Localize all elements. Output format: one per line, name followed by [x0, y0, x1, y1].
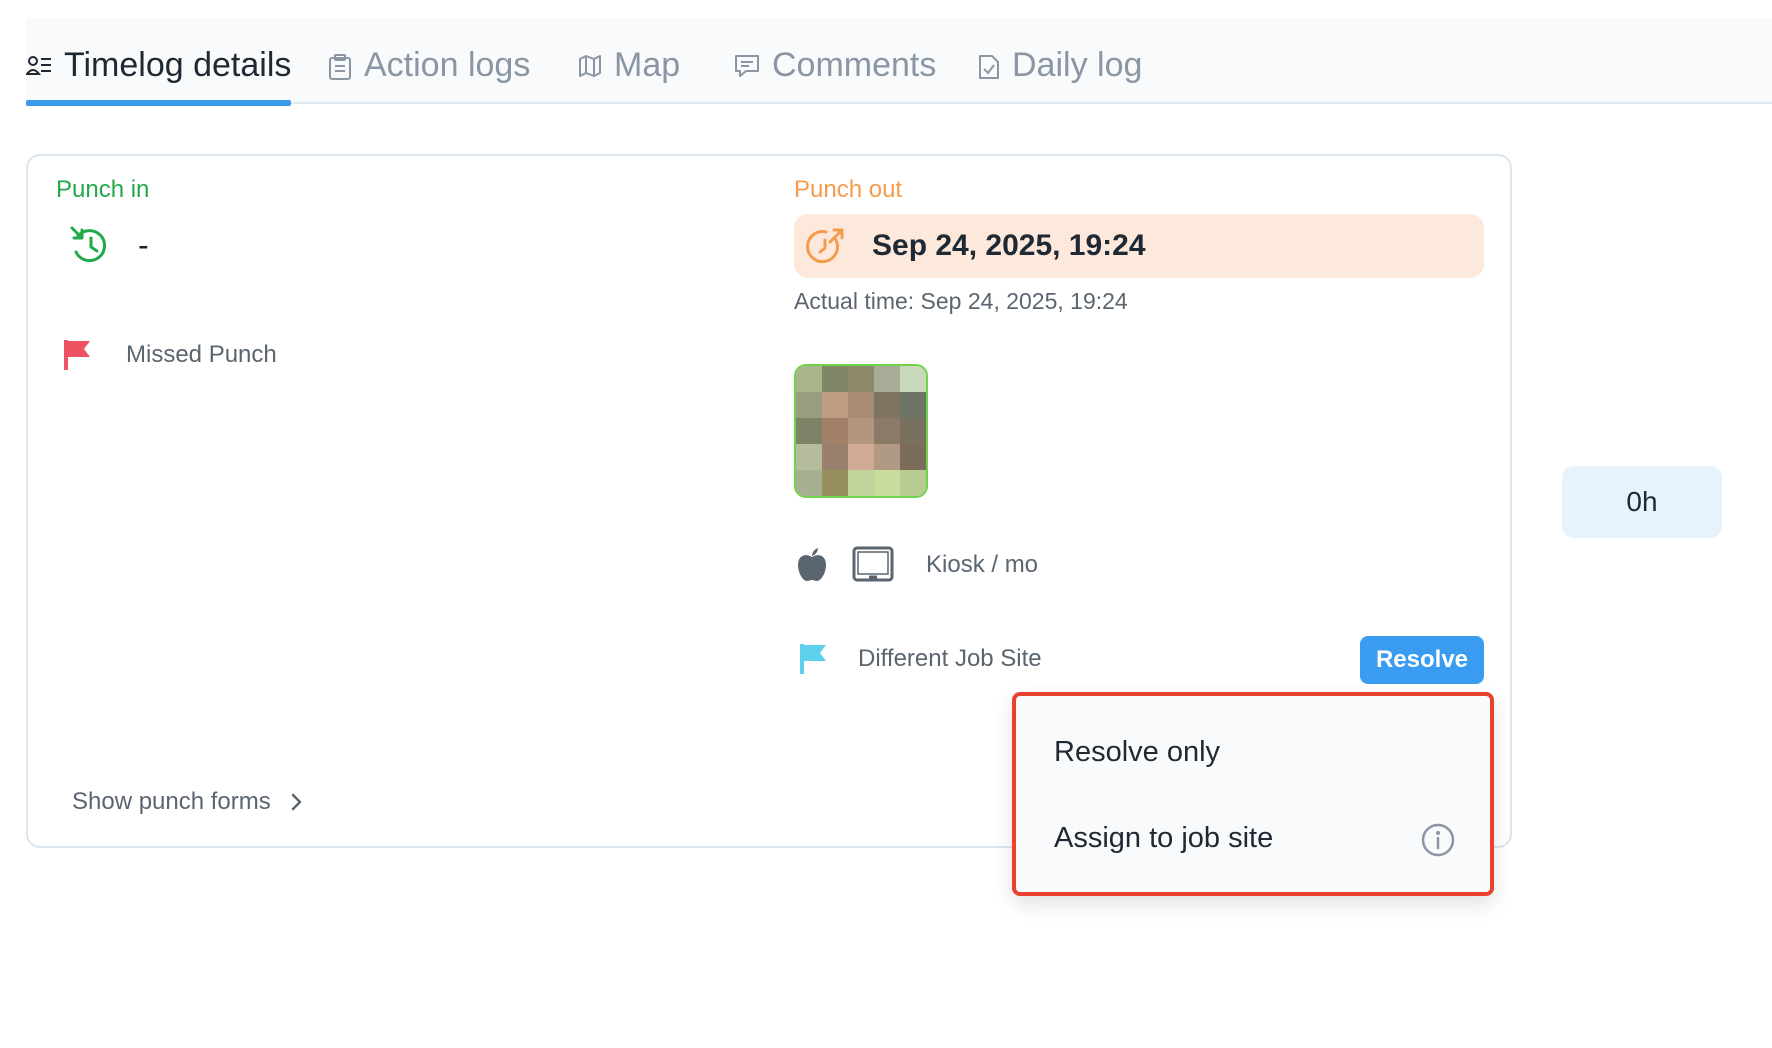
tab-comments[interactable]: Comments — [734, 46, 936, 104]
tab-label: Comments — [772, 46, 937, 84]
tab-label: Action logs — [364, 46, 531, 84]
tab-bar: Timelog details Action logs Map Comments — [26, 18, 1772, 106]
tab-map[interactable]: Map — [578, 46, 680, 104]
chevron-right-icon — [291, 793, 302, 811]
punch-in-label: Punch in — [56, 176, 150, 203]
clipboard-icon — [329, 54, 351, 80]
tab-action-logs[interactable]: Action logs — [328, 46, 530, 104]
apple-icon — [798, 548, 826, 581]
file-check-icon — [979, 55, 999, 79]
punch-photo[interactable] — [794, 364, 928, 498]
punch-out-label: Punch out — [794, 176, 903, 203]
total-hours-badge: 0h — [1562, 466, 1722, 538]
punch-in-row: - — [68, 224, 149, 266]
missed-punch-flag: Missed Punch — [62, 338, 277, 372]
comment-icon — [735, 55, 759, 77]
menu-item-assign-to-job-site[interactable]: Assign to job site — [1054, 822, 1273, 855]
person-list-icon — [26, 56, 51, 75]
missed-punch-label: Missed Punch — [126, 341, 277, 368]
tablet-icon — [852, 546, 894, 582]
punch-out-time: Sep 24, 2025, 19:24 — [872, 229, 1146, 262]
resolve-button[interactable]: Resolve — [1360, 636, 1484, 684]
map-icon — [579, 55, 601, 77]
different-job-site-label: Different Job Site — [858, 645, 1042, 672]
red-flag-icon — [64, 340, 90, 370]
info-icon[interactable] — [1420, 822, 1456, 858]
tab-daily-log[interactable]: Daily log — [978, 46, 1142, 104]
punch-out-time-pill: Sep 24, 2025, 19:24 — [794, 214, 1484, 278]
punch-out-clock-icon — [806, 228, 844, 264]
actual-time: Actual time: Sep 24, 2025, 19:24 — [794, 288, 1128, 314]
tab-label: Timelog details — [64, 46, 292, 84]
different-job-site-flag: Different Job Site — [798, 642, 1042, 676]
blue-flag-icon — [800, 644, 826, 674]
menu-item-resolve-only[interactable]: Resolve only — [1054, 736, 1220, 769]
resolve-menu: Resolve only Assign to job site — [1012, 692, 1494, 896]
punch-in-time: - — [138, 226, 149, 263]
tab-label: Daily log — [1012, 46, 1143, 84]
punch-in-clock-icon — [70, 226, 106, 263]
device-info: Kiosk / mo — [796, 546, 1038, 584]
tab-timelog-details[interactable]: Timelog details — [26, 46, 292, 106]
show-punch-forms-link[interactable]: Show punch forms — [72, 788, 303, 816]
pixelated-photo — [796, 366, 926, 496]
show-punch-forms-label: Show punch forms — [72, 788, 271, 815]
device-label: Kiosk / mo — [926, 551, 1039, 578]
tab-label: Map — [614, 46, 681, 84]
